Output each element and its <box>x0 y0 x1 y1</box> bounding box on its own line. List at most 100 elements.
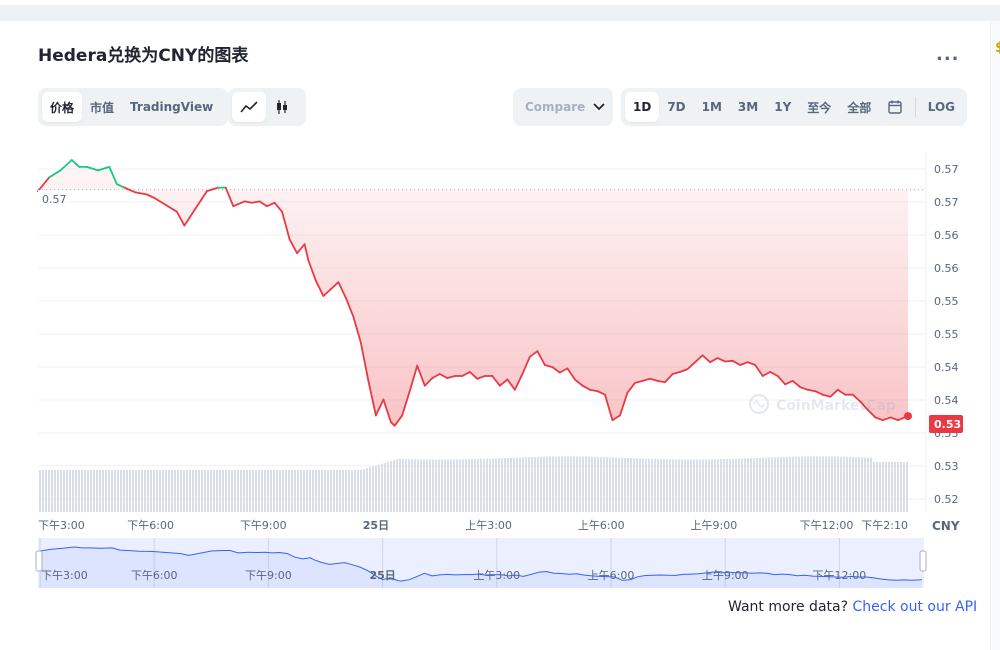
volume-bar <box>615 457 617 512</box>
volume-bar <box>396 459 398 512</box>
volume-bar <box>240 470 242 512</box>
volume-bar <box>552 456 554 512</box>
volume-bar <box>609 457 611 512</box>
volume-bar <box>561 456 563 512</box>
volume-bar <box>330 470 332 512</box>
volume-bar <box>648 458 650 512</box>
volume-bar <box>897 462 899 512</box>
api-promo-text: Want more data? <box>728 599 849 615</box>
volume-bar <box>516 457 518 512</box>
navigator-handle-right[interactable] <box>919 550 927 572</box>
volume-bar <box>705 459 707 512</box>
volume-bar <box>198 470 200 512</box>
volume-bar <box>675 459 677 512</box>
volume-bar <box>777 457 779 512</box>
volume-bar <box>363 469 365 512</box>
volume-bar <box>618 457 620 512</box>
volume-bar <box>411 459 413 512</box>
volume-bar <box>753 458 755 512</box>
volume-bar <box>381 463 383 512</box>
volume-bar <box>537 456 539 512</box>
volume-bar <box>174 470 176 512</box>
volume-bar <box>804 456 806 512</box>
navigator-tick-label: 下午12:00 <box>813 569 867 582</box>
volume-bar <box>249 470 251 512</box>
volume-bar <box>714 459 716 512</box>
volume-bar <box>774 457 776 512</box>
volume-bar <box>228 470 230 512</box>
volume-bar <box>726 458 728 512</box>
api-link[interactable]: Check out our API <box>852 599 977 615</box>
volume-bar <box>825 456 827 512</box>
watermark-text: CoinMarketCap <box>776 398 896 414</box>
navigator-handle-left[interactable] <box>35 550 43 572</box>
volume-bar <box>453 459 455 512</box>
y-tick-label: 0.57 <box>934 163 959 176</box>
volume-bar <box>735 458 737 512</box>
volume-bar <box>387 461 389 512</box>
volume-bar <box>378 464 380 512</box>
volume-bar <box>375 465 377 512</box>
volume-bar <box>315 470 317 512</box>
volume-bar <box>102 470 104 512</box>
volume-bar <box>498 458 500 512</box>
volume-bar <box>756 457 758 512</box>
volume-bar <box>483 458 485 512</box>
volume-bar <box>192 470 194 512</box>
volume-bar <box>525 457 527 512</box>
volume-bar <box>399 458 401 512</box>
volume-bar <box>264 470 266 512</box>
volume-bar <box>879 462 881 512</box>
volume-bar <box>819 456 821 512</box>
time-navigator[interactable]: 下午3:00 下午6:00 下午9:00 25日 上午3:00 上午6:00 上午9:00 下… <box>35 538 927 588</box>
price-segment <box>724 359 734 363</box>
volume-bar <box>186 470 188 512</box>
volume-bar <box>684 459 686 512</box>
volume-bar <box>588 456 590 512</box>
volume-bar <box>213 470 215 512</box>
volume-bar <box>144 470 146 512</box>
y-tick-label: 0.56 <box>934 229 959 242</box>
volume-bar <box>741 458 743 512</box>
volume-bar <box>342 470 344 512</box>
price-chart[interactable]: 0.57 0.57 0.56 0.56 0.55 0.55 0.54 0.54 0.53 0.53… <box>0 0 1000 600</box>
navigator-tick-label: 下午9:00 <box>245 569 292 582</box>
volume-bar <box>126 470 128 512</box>
volume-bar <box>408 459 410 512</box>
navigator-tick-label: 上午6:00 <box>588 569 635 582</box>
volume-bar <box>501 458 503 512</box>
volume-bar <box>360 470 362 512</box>
volume-bar <box>471 459 473 512</box>
volume-bar <box>678 459 680 512</box>
volume-bar <box>522 457 524 512</box>
volume-bar <box>666 459 668 512</box>
coinmarketcap-watermark: CoinMarketCap <box>748 393 896 415</box>
volume-bar <box>324 470 326 512</box>
volume-bar <box>687 459 689 512</box>
volume-bar <box>201 470 203 512</box>
x-tick-label: 下午6:00 <box>127 519 174 532</box>
volume-bar <box>486 458 488 512</box>
volume-bar <box>906 462 908 512</box>
volume-bar <box>90 470 92 512</box>
volume-bar <box>306 470 308 512</box>
volume-bar <box>717 459 719 512</box>
volume-bar <box>510 457 512 512</box>
navigator-tick-label: 下午6:00 <box>131 569 178 582</box>
last-price-badge: 0.53 <box>929 415 963 433</box>
volume-bar <box>405 458 407 512</box>
volume-bar <box>66 470 68 512</box>
volume-bar <box>597 456 599 512</box>
volume-bar <box>105 470 107 512</box>
volume-bar <box>801 456 803 512</box>
volume-bar <box>279 470 281 512</box>
volume-bar <box>771 457 773 512</box>
volume-bar <box>582 456 584 512</box>
volume-bar <box>579 456 581 512</box>
volume-bar <box>885 462 887 512</box>
volume-bar <box>339 470 341 512</box>
volume-bar <box>75 470 77 512</box>
volume-bar <box>699 459 701 512</box>
volume-bar <box>639 458 641 512</box>
volume-bar <box>738 458 740 512</box>
